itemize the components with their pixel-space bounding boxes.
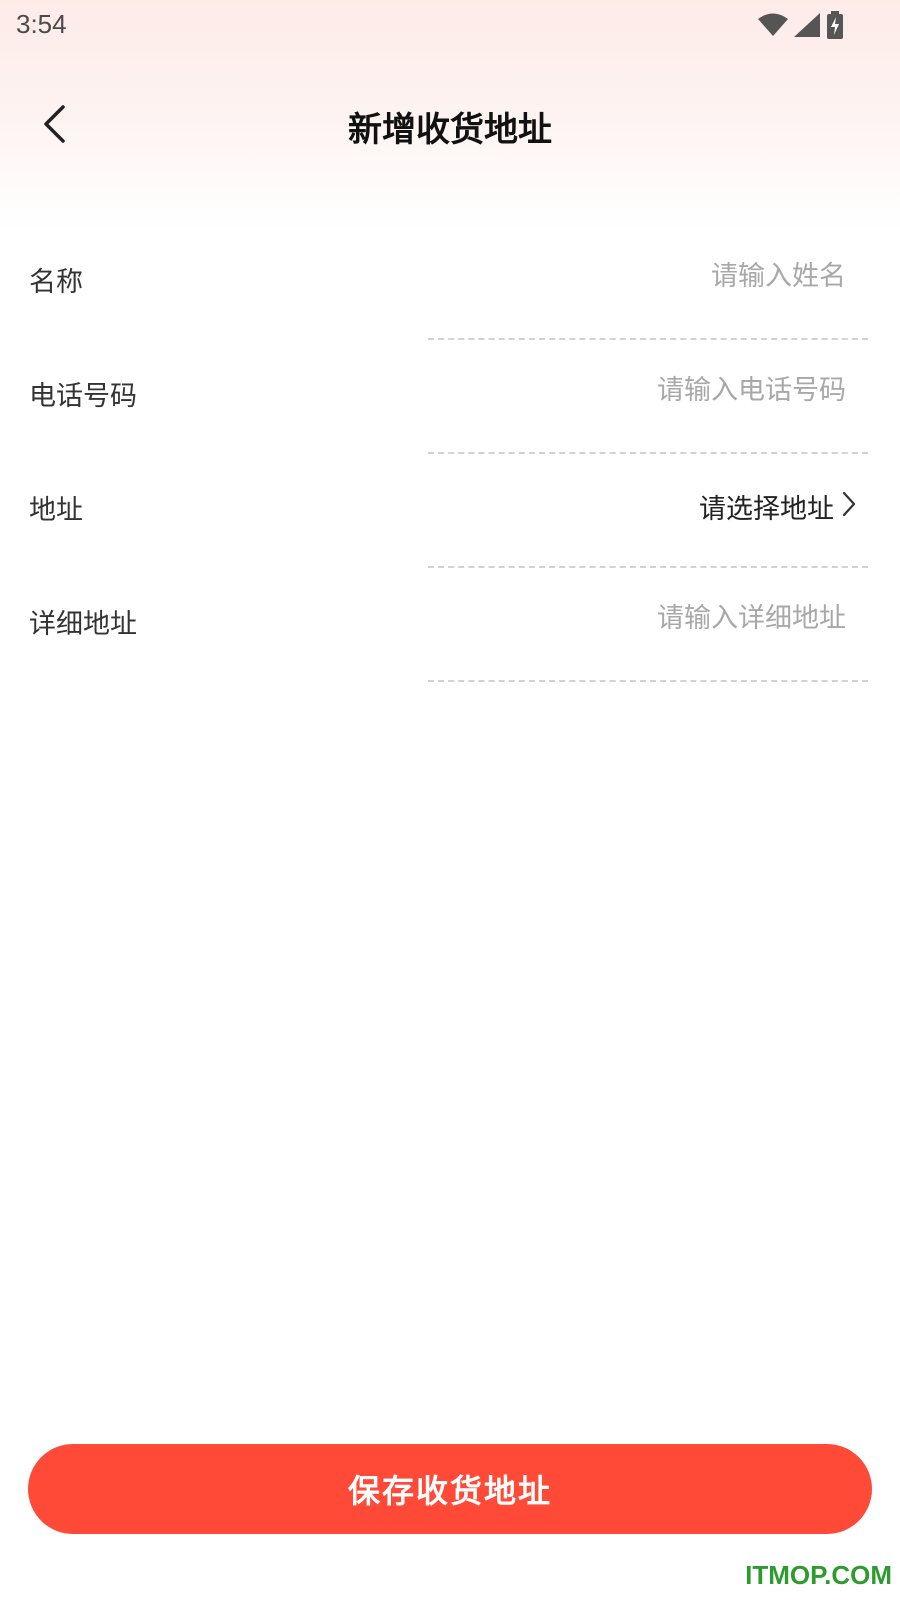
form-row-address: 地址 请选择地址 bbox=[0, 454, 900, 568]
status-icons bbox=[758, 8, 844, 42]
save-address-button[interactable]: 保存收货地址 bbox=[28, 1444, 872, 1534]
name-input[interactable] bbox=[426, 254, 846, 298]
address-label: 地址 bbox=[29, 495, 83, 526]
phone-label: 电话号码 bbox=[29, 381, 137, 412]
row-divider bbox=[428, 680, 868, 682]
address-select[interactable]: 请选择地址 bbox=[699, 484, 856, 528]
chevron-right-icon bbox=[842, 491, 856, 521]
form-row-detail: 详细地址 bbox=[0, 568, 900, 682]
address-form: 名称 电话号码 地址 请选择地址 详细地址 bbox=[0, 226, 900, 682]
nav-bar: 新增收货地址 bbox=[0, 86, 900, 166]
status-time: 3:54 bbox=[16, 9, 67, 39]
page: 3:54 新增收货地址 名称 请输入姓名 电话号码 请输入电话号码 地址 请选择… bbox=[0, 0, 900, 1600]
name-label: 名称 bbox=[29, 267, 83, 298]
detail-input[interactable] bbox=[426, 596, 846, 640]
form-row-name: 名称 bbox=[0, 226, 900, 340]
phone-input[interactable] bbox=[426, 368, 846, 412]
address-select-text: 请选择地址 bbox=[699, 493, 834, 525]
detail-label: 详细地址 bbox=[29, 609, 137, 640]
signal-icon bbox=[794, 13, 820, 37]
watermark: ITMOP.COM bbox=[745, 1560, 892, 1590]
form-row-phone: 电话号码 bbox=[0, 340, 900, 454]
wifi-icon bbox=[758, 13, 788, 37]
battery-charging-icon bbox=[826, 11, 844, 39]
status-bar: 3:54 bbox=[0, 0, 900, 52]
page-title: 新增收货地址 bbox=[348, 110, 552, 150]
